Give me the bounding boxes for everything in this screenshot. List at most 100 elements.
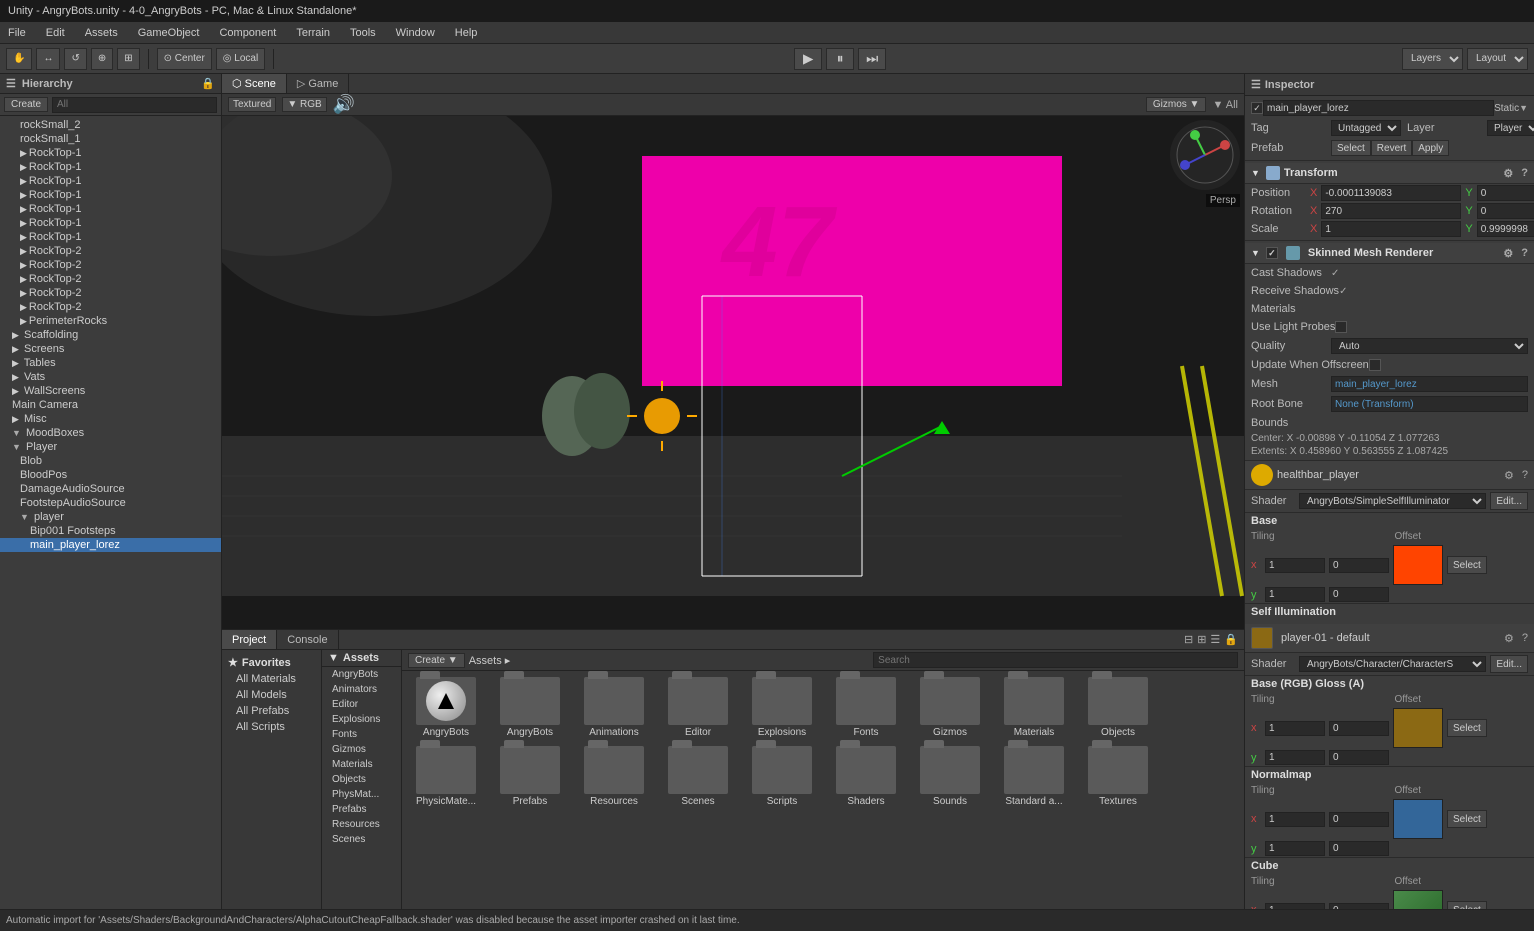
base2-tiling-x[interactable] <box>1265 721 1325 736</box>
cube-tiling-x[interactable] <box>1265 903 1325 910</box>
base1-tiling-x[interactable] <box>1265 558 1325 573</box>
hierarchy-item[interactable]: rockSmall_2 <box>0 118 221 132</box>
base1-select-btn[interactable]: Select <box>1447 556 1487 574</box>
skinned-mesh-help[interactable]: ? <box>1521 247 1528 259</box>
hierarchy-item[interactable]: rockSmall_1 <box>0 132 221 146</box>
bottom-lock-icon[interactable]: 🔒 <box>1224 633 1238 646</box>
hierarchy-item[interactable]: FootstepAudioSource <box>0 496 221 510</box>
layout-dropdown[interactable]: Layout <box>1467 48 1528 70</box>
base2-offset-x[interactable] <box>1329 721 1389 736</box>
norm-offset-x[interactable] <box>1329 812 1389 827</box>
material1-settings[interactable]: ⚙ <box>1504 469 1514 482</box>
menu-component[interactable]: Component <box>215 25 280 41</box>
prefab-select-btn[interactable]: Select <box>1331 140 1371 156</box>
object-enabled-checkbox[interactable] <box>1251 102 1263 114</box>
pos-x-field[interactable] <box>1321 185 1461 201</box>
pos-y-field[interactable] <box>1477 185 1534 201</box>
hierarchy-item[interactable]: ▶RockTop-1 <box>0 202 221 216</box>
bottom-tool1[interactable]: ⊟ <box>1184 633 1193 646</box>
sidebar-item-scenes[interactable]: Scenes <box>322 832 401 847</box>
layer-dropdown[interactable]: Player <box>1487 120 1534 136</box>
base1-tiling-y[interactable] <box>1265 587 1325 602</box>
menu-help[interactable]: Help <box>451 25 482 41</box>
hierarchy-item[interactable]: ▶PerimeterRocks <box>0 314 221 328</box>
tag-dropdown[interactable]: Untagged <box>1331 120 1401 136</box>
hierarchy-item[interactable]: ▶RockTop-1 <box>0 146 221 160</box>
pivot-local[interactable]: ◎ Local <box>216 48 265 70</box>
menu-gameobject[interactable]: GameObject <box>134 25 204 41</box>
norm-tiling-y[interactable] <box>1265 841 1325 856</box>
menu-tools[interactable]: Tools <box>346 25 380 41</box>
folder-materials[interactable]: Materials <box>994 675 1074 740</box>
use-light-probes-checkbox[interactable] <box>1335 321 1347 333</box>
base1-offset-y[interactable] <box>1329 587 1389 602</box>
pivot-center[interactable]: ⊙ Center <box>157 48 212 70</box>
base2-tiling-y[interactable] <box>1265 750 1325 765</box>
folder-gizmos[interactable]: Gizmos <box>910 675 990 740</box>
hierarchy-item[interactable]: Bip001 Footsteps <box>0 524 221 538</box>
folder-objects[interactable]: Objects <box>1078 675 1158 740</box>
folder-scripts[interactable]: Scripts <box>742 744 822 809</box>
sidebar-item-gizmos[interactable]: Gizmos <box>322 742 401 757</box>
hierarchy-item[interactable]: ▶RockTop-1 <box>0 188 221 202</box>
skinned-mesh-title[interactable]: ▼ Skinned Mesh Renderer ⚙ ? <box>1245 243 1534 264</box>
transform-title[interactable]: ▼ Transform ⚙ ? <box>1245 163 1534 184</box>
hierarchy-item[interactable]: ▼ player <box>0 510 221 524</box>
assets-search[interactable] <box>873 652 1238 668</box>
quality-dropdown[interactable]: Auto <box>1331 338 1528 354</box>
hierarchy-item[interactable]: ▶RockTop-2 <box>0 244 221 258</box>
mesh-field[interactable] <box>1331 376 1528 392</box>
cube-offset-x[interactable] <box>1329 903 1389 910</box>
sidebar-item-angrybots[interactable]: AngryBots <box>322 667 401 682</box>
tool-scale[interactable]: ⊕ <box>91 48 113 70</box>
hierarchy-item-main-player-lorez[interactable]: main_player_lorez <box>0 538 221 552</box>
hierarchy-item[interactable]: ▶ Vats <box>0 370 221 384</box>
hierarchy-search[interactable] <box>52 97 217 113</box>
menu-file[interactable]: File <box>4 25 30 41</box>
update-offscreen-checkbox[interactable] <box>1369 359 1381 371</box>
fav-all-prefabs[interactable]: All Prefabs <box>222 703 321 719</box>
fav-all-models[interactable]: All Models <box>222 687 321 703</box>
sidebar-item-animators[interactable]: Animators <box>322 682 401 697</box>
tab-project[interactable]: Project <box>222 630 277 649</box>
folder-sounds[interactable]: Sounds <box>910 744 990 809</box>
normalmap-swatch[interactable] <box>1393 799 1443 839</box>
hierarchy-create-btn[interactable]: Create <box>4 97 48 112</box>
hierarchy-item[interactable]: ▶ WallScreens <box>0 384 221 398</box>
object-name-field[interactable] <box>1263 100 1494 116</box>
base1-offset-x[interactable] <box>1329 558 1389 573</box>
norm-tiling-x[interactable] <box>1265 812 1325 827</box>
skinned-mesh-enabled[interactable] <box>1266 247 1278 259</box>
fav-all-materials[interactable]: All Materials <box>222 671 321 687</box>
shader2-dropdown[interactable]: AngryBots/Character/CharacterS <box>1299 656 1486 672</box>
scale-y-field[interactable] <box>1477 221 1534 237</box>
hierarchy-item[interactable]: Blob <box>0 454 221 468</box>
assets-create-btn[interactable]: Create ▼ <box>408 653 465 668</box>
transform-settings-icon[interactable]: ⚙ <box>1503 167 1513 180</box>
tab-scene[interactable]: ⬡ Scene <box>222 74 287 93</box>
rot-y-field[interactable] <box>1477 203 1534 219</box>
cube-swatch[interactable] <box>1393 890 1443 909</box>
hierarchy-item[interactable]: ▶ Misc <box>0 412 221 426</box>
sidebar-item-materials[interactable]: Materials <box>322 757 401 772</box>
menu-assets[interactable]: Assets <box>81 25 122 41</box>
tool-hand[interactable]: ✋ <box>6 48 32 70</box>
scene-textured-btn[interactable]: Textured <box>228 97 276 112</box>
hierarchy-item[interactable]: ▶RockTop-2 <box>0 300 221 314</box>
rot-x-field[interactable] <box>1321 203 1461 219</box>
base2-offset-y[interactable] <box>1329 750 1389 765</box>
skinned-mesh-settings[interactable]: ⚙ <box>1503 247 1513 260</box>
hierarchy-item[interactable]: Main Camera <box>0 398 221 412</box>
scene-audio-icon[interactable]: 🔊 <box>333 94 355 115</box>
folder-angrybots[interactable]: AngryBots <box>490 675 570 740</box>
shader1-edit-btn[interactable]: Edit... <box>1490 492 1528 510</box>
folder-angrybots-unity[interactable]: AngryBots <box>406 675 486 740</box>
hierarchy-item[interactable]: BloodPos <box>0 468 221 482</box>
hierarchy-item[interactable]: ▶RockTop-1 <box>0 174 221 188</box>
material2-help[interactable]: ? <box>1522 632 1528 644</box>
layers-dropdown[interactable]: Layers <box>1402 48 1463 70</box>
menu-window[interactable]: Window <box>392 25 439 41</box>
scene-rgb-btn[interactable]: ▼ RGB <box>282 97 326 112</box>
hierarchy-item[interactable]: ▼ MoodBoxes <box>0 426 221 440</box>
folder-animations[interactable]: Animations <box>574 675 654 740</box>
